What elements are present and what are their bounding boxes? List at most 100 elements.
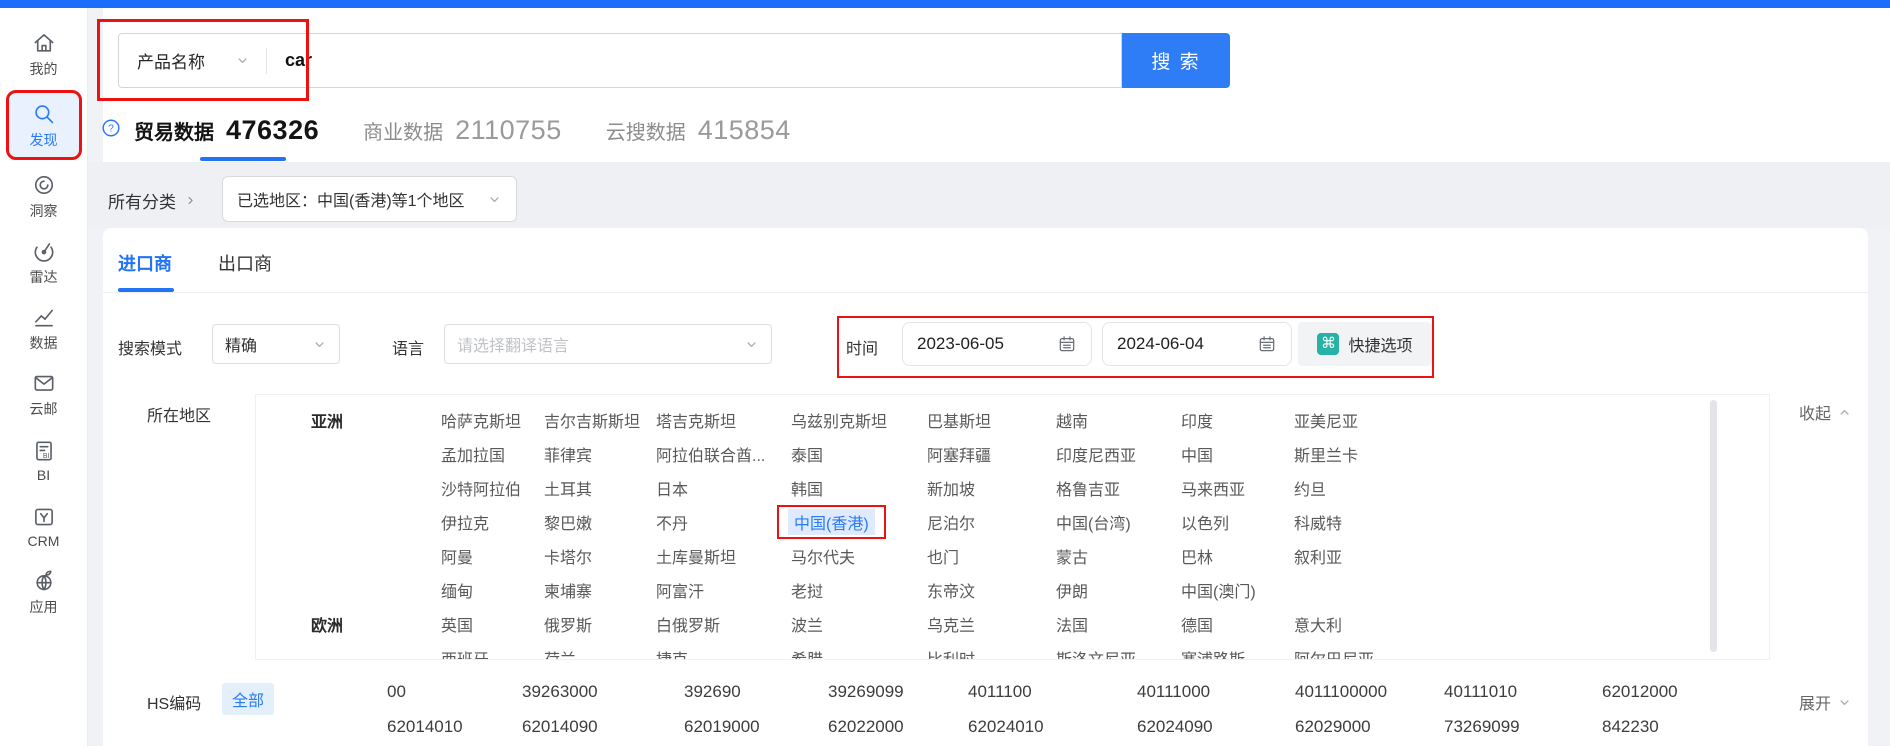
country-item[interactable]: 伊拉克 xyxy=(441,510,544,534)
country-item[interactable]: 德国 xyxy=(1181,612,1294,636)
country-item[interactable]: 阿富汗 xyxy=(656,578,791,602)
sidebar-item-search[interactable]: 发现 xyxy=(6,90,82,160)
country-item[interactable]: 越南 xyxy=(1056,408,1181,432)
country-item[interactable]: 土库曼斯坦 xyxy=(656,544,791,568)
hs-code-item[interactable]: 62022000 xyxy=(828,717,968,737)
hs-code-item[interactable]: 40111010 xyxy=(1444,682,1602,702)
sidebar-item-home[interactable]: 我的 xyxy=(6,24,82,84)
country-item[interactable]: 不丹 xyxy=(656,510,791,534)
country-item[interactable]: 叙利亚 xyxy=(1294,544,1769,568)
country-item[interactable]: 意大利 xyxy=(1294,612,1769,636)
country-item[interactable]: 阿塞拜疆 xyxy=(927,442,1056,466)
country-item[interactable]: 黎巴嫩 xyxy=(544,510,656,534)
sidebar-item-bi-document[interactable]: BIBI xyxy=(6,430,82,490)
help-icon[interactable]: ? xyxy=(100,117,122,144)
hs-code-item[interactable]: 842230 xyxy=(1602,717,1767,737)
hs-code-item[interactable]: 39263000 xyxy=(522,682,684,702)
hs-code-item[interactable]: 62012000 xyxy=(1602,682,1767,702)
country-item[interactable]: 韩国 xyxy=(791,476,927,500)
country-item[interactable]: 斯洛文尼亚 xyxy=(1056,646,1181,660)
country-item[interactable]: 泰国 xyxy=(791,442,927,466)
country-item[interactable]: 英国 xyxy=(441,612,544,636)
country-item[interactable]: 亚美尼亚 xyxy=(1294,408,1769,432)
country-item[interactable]: 乌兹别克斯坦 xyxy=(791,408,927,432)
country-item[interactable]: 卡塔尔 xyxy=(544,544,656,568)
country-item[interactable]: 巴基斯坦 xyxy=(927,408,1056,432)
country-item[interactable]: 吉尔吉斯斯坦 xyxy=(544,408,656,432)
data-tab[interactable]: 商业数据2110755 xyxy=(363,115,562,146)
selected-region-dropdown[interactable]: 已选地区：中国(香港)等1个地区 xyxy=(222,176,517,222)
date-end-input[interactable]: 2024-06-04 xyxy=(1102,322,1292,366)
country-item[interactable]: 波兰 xyxy=(791,612,927,636)
hs-code-item[interactable]: 39269099 xyxy=(828,682,968,702)
result-tab[interactable]: 出口商 xyxy=(218,250,272,276)
country-item[interactable]: 老挝 xyxy=(791,578,927,602)
country-item[interactable]: 马来西亚 xyxy=(1181,476,1294,500)
country-item[interactable]: 阿拉伯联合酋... xyxy=(656,442,791,466)
country-item[interactable]: 也门 xyxy=(927,544,1056,568)
hs-code-item[interactable]: 62024010 xyxy=(968,717,1137,737)
language-select[interactable]: 请选择翻译语言 xyxy=(444,324,772,364)
country-item[interactable]: 柬埔寨 xyxy=(544,578,656,602)
hs-code-item[interactable]: 62029000 xyxy=(1295,717,1444,737)
search-category-select[interactable]: 产品名称 xyxy=(119,48,266,73)
country-item[interactable]: 荷兰 xyxy=(544,646,656,660)
country-item[interactable]: 中国(香港) xyxy=(791,505,927,539)
country-item[interactable]: 印度尼西亚 xyxy=(1056,442,1181,466)
country-item[interactable]: 新加坡 xyxy=(927,476,1056,500)
country-item[interactable]: 孟加拉国 xyxy=(441,442,544,466)
collapse-link[interactable]: 收起 xyxy=(1799,400,1852,424)
sidebar-item-data-chart[interactable]: 数据 xyxy=(6,298,82,358)
country-item[interactable]: 乌克兰 xyxy=(927,612,1056,636)
sidebar-item-mail[interactable]: 云邮 xyxy=(6,364,82,424)
country-item[interactable]: 格鲁吉亚 xyxy=(1056,476,1181,500)
hs-code-item[interactable]: 73269099 xyxy=(1444,717,1602,737)
hs-code-item[interactable]: 62014090 xyxy=(522,717,684,737)
country-item[interactable]: 俄罗斯 xyxy=(544,612,656,636)
country-item[interactable]: 印度 xyxy=(1181,408,1294,432)
region-scrollbar[interactable] xyxy=(1710,400,1717,652)
country-item[interactable]: 日本 xyxy=(656,476,791,500)
country-item[interactable]: 白俄罗斯 xyxy=(656,612,791,636)
country-item[interactable]: 科威特 xyxy=(1294,510,1769,534)
hs-all-badge[interactable]: 全部 xyxy=(222,683,274,715)
hs-code-item[interactable]: 62014010 xyxy=(387,717,522,737)
country-item[interactable]: 斯里兰卡 xyxy=(1294,442,1769,466)
country-item[interactable]: 哈萨克斯坦 xyxy=(441,408,544,432)
breadcrumb[interactable]: 所有分类 xyxy=(108,188,197,213)
country-item[interactable]: 尼泊尔 xyxy=(927,510,1056,534)
sidebar-item-crm[interactable]: CRM xyxy=(6,496,82,556)
country-item[interactable]: 中国 xyxy=(1181,442,1294,466)
data-tab[interactable]: ?贸易数据476326 xyxy=(100,115,319,146)
sidebar-item-insight[interactable]: 洞察 xyxy=(6,166,82,226)
country-item[interactable]: 西班牙 xyxy=(441,646,544,660)
country-item[interactable]: 巴林 xyxy=(1181,544,1294,568)
country-item[interactable]: 法国 xyxy=(1056,612,1181,636)
country-item[interactable]: 沙特阿拉伯 xyxy=(441,476,544,500)
hs-code-item[interactable]: 00 xyxy=(387,682,522,702)
quick-options-button[interactable]: ⌘ 快捷选项 xyxy=(1298,322,1432,366)
country-item[interactable]: 塔吉克斯坦 xyxy=(656,408,791,432)
country-item[interactable]: 阿尔巴尼亚 xyxy=(1294,646,1769,660)
country-item[interactable]: 缅甸 xyxy=(441,578,544,602)
hs-code-item[interactable]: 40111000 xyxy=(1137,682,1295,702)
country-item[interactable]: 中国(澳门) xyxy=(1181,578,1294,602)
country-item[interactable]: 马尔代夫 xyxy=(791,544,927,568)
search-input[interactable]: car xyxy=(285,50,312,71)
country-item[interactable]: 东帝汶 xyxy=(927,578,1056,602)
country-item[interactable]: 中国(台湾) xyxy=(1056,510,1181,534)
selected-country[interactable]: 中国(香港) xyxy=(788,509,875,535)
country-item[interactable]: 蒙古 xyxy=(1056,544,1181,568)
hs-code-item[interactable]: 62024090 xyxy=(1137,717,1295,737)
country-item[interactable]: 土耳其 xyxy=(544,476,656,500)
country-item[interactable]: 比利时 xyxy=(927,646,1056,660)
search-mode-select[interactable]: 精确 xyxy=(212,324,340,364)
country-item[interactable]: 阿曼 xyxy=(441,544,544,568)
expand-link[interactable]: 展开 xyxy=(1799,690,1852,714)
result-tab[interactable]: 进口商 xyxy=(118,250,172,276)
country-item[interactable]: 约旦 xyxy=(1294,476,1769,500)
search-button[interactable]: 搜 索 xyxy=(1122,33,1230,88)
hs-code-item[interactable]: 392690 xyxy=(684,682,828,702)
country-item[interactable]: 菲律宾 xyxy=(544,442,656,466)
country-item[interactable]: 伊朗 xyxy=(1056,578,1181,602)
